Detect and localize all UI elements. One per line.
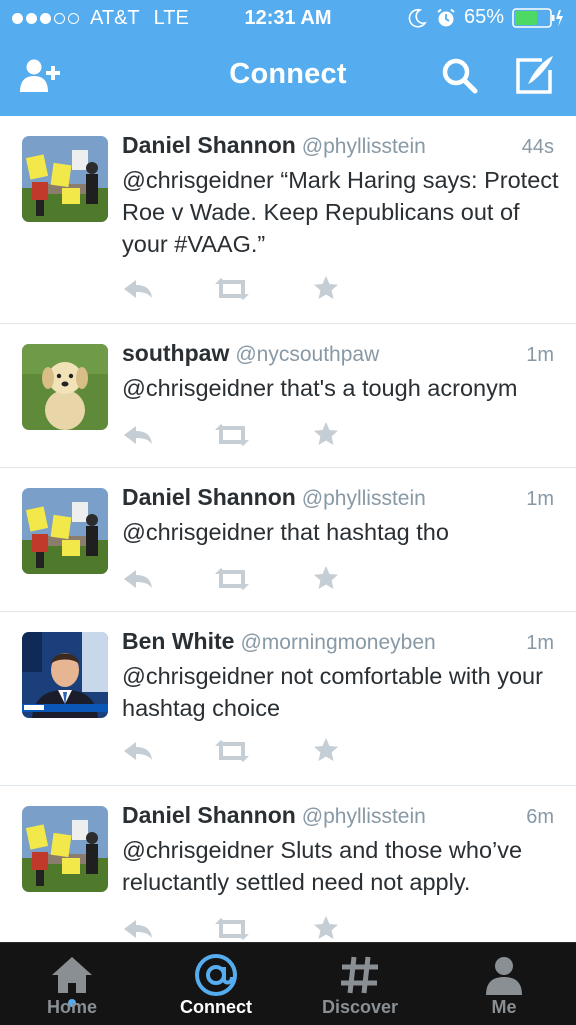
puppy-photo (22, 344, 108, 430)
protest-photo (22, 806, 108, 892)
tweet-actions (122, 914, 362, 942)
tv-anchor-photo (22, 632, 108, 718)
tab-label: Home (46, 997, 97, 1017)
header: AT&T LTE 12:31 AM 65% Connect (0, 0, 576, 116)
favorite-button[interactable] (312, 274, 340, 304)
compose-icon (516, 56, 553, 94)
protest-photo (22, 136, 108, 222)
favorite-button[interactable] (312, 914, 340, 942)
status-bar: AT&T LTE 12:31 AM 65% (0, 0, 576, 38)
tweet[interactable]: southpaw @nycsouthpaw 1m @chrisgeidner th… (0, 324, 576, 468)
favorite-button[interactable] (312, 736, 340, 766)
author-name[interactable]: Daniel Shannon @phyllisstein (122, 484, 426, 511)
tweet-text: @chrisgeidner Sluts and those who’ve rel… (122, 837, 523, 895)
retweet-button[interactable] (212, 274, 252, 304)
tab-label: Me (491, 997, 517, 1017)
tab-discover[interactable]: Discover (288, 943, 432, 1025)
tweet[interactable]: Daniel Shannon @phyllisstein 6m @chrisgei… (0, 786, 576, 942)
timeline[interactable]: Daniel Shannon @phyllisstein 44s @chrisge… (0, 116, 576, 942)
house-icon (52, 957, 92, 993)
tweet-actions (122, 274, 362, 304)
author-name[interactable]: Ben White @morningmoneyben (122, 628, 436, 655)
search-icon (442, 58, 478, 94)
avatar[interactable] (22, 632, 108, 718)
alarm-clock-icon (437, 8, 455, 26)
tweet[interactable]: Ben White @morningmoneyben 1m @chrisgeidn… (0, 612, 576, 786)
retweet-button[interactable] (212, 564, 252, 594)
moon-icon (408, 8, 427, 27)
retweet-button[interactable] (212, 420, 252, 450)
author-handle[interactable]: @phyllisstein (302, 135, 426, 158)
star-icon (314, 422, 338, 445)
tweet-text: @chrisgeidner “Mark Haring says: Protect… (122, 167, 559, 257)
retweet-icon (215, 740, 249, 762)
avatar[interactable] (22, 344, 108, 430)
protest-photo (22, 488, 108, 574)
star-icon (314, 566, 338, 589)
tweet-time: 1m (526, 632, 554, 654)
reply-icon (124, 570, 152, 588)
tab-me[interactable]: Me (432, 943, 576, 1025)
reply-icon (124, 742, 152, 760)
tweet-time: 6m (526, 806, 554, 828)
tweet-text: @chrisgeidner that hashtag tho (122, 519, 449, 545)
author-name[interactable]: Daniel Shannon @phyllisstein (122, 802, 426, 829)
reply-icon (124, 426, 152, 444)
tweet-actions (122, 564, 362, 594)
tweet-time: 44s (521, 136, 554, 158)
reply-icon (124, 920, 152, 938)
author-handle[interactable]: @phyllisstein (302, 487, 426, 510)
battery-percent: 65% (463, 6, 504, 28)
tweet-time: 1m (526, 344, 554, 366)
compose-button[interactable] (512, 54, 556, 98)
tweet-actions (122, 420, 362, 450)
reply-button[interactable] (122, 914, 154, 942)
retweet-button[interactable] (212, 736, 252, 766)
tab-bar: Home Connect Discover Me (0, 942, 576, 1025)
person-icon (486, 957, 522, 995)
reply-button[interactable] (122, 736, 154, 766)
favorite-button[interactable] (312, 564, 340, 594)
avatar[interactable] (22, 806, 108, 892)
tweet-actions (122, 736, 362, 766)
tweet-text: @chrisgeidner that's a tough acronym (122, 375, 518, 401)
star-icon (314, 916, 338, 939)
tweet-text: @chrisgeidner not comfortable with your … (122, 663, 543, 721)
tab-home[interactable]: Home (0, 943, 144, 1025)
tab-label: Discover (321, 997, 399, 1017)
hashtag-icon (341, 956, 378, 994)
star-icon (314, 738, 338, 761)
page-title: Connect (229, 58, 347, 90)
author-handle[interactable]: @nycsouthpaw (235, 343, 379, 366)
author-handle[interactable]: @phyllisstein (302, 805, 426, 828)
author-name[interactable]: Daniel Shannon @phyllisstein (122, 132, 426, 159)
avatar[interactable] (22, 136, 108, 222)
retweet-icon (215, 424, 249, 446)
reply-button[interactable] (122, 564, 154, 594)
retweet-icon (215, 278, 249, 300)
at-sign-icon (195, 954, 237, 996)
avatar[interactable] (22, 488, 108, 574)
author-handle[interactable]: @morningmoneyben (240, 631, 435, 654)
battery-icon (512, 7, 563, 28)
reply-icon (124, 280, 152, 298)
tab-connect[interactable]: Connect (144, 943, 288, 1025)
retweet-icon (215, 568, 249, 590)
search-button[interactable] (438, 54, 482, 98)
author-name[interactable]: southpaw @nycsouthpaw (122, 340, 379, 367)
tweet[interactable]: Daniel Shannon @phyllisstein 1m @chrisgei… (0, 468, 576, 612)
retweet-icon (215, 918, 249, 940)
tweet-time: 1m (526, 488, 554, 510)
tab-label: Connect (180, 997, 252, 1017)
star-icon (314, 276, 338, 299)
tweet[interactable]: Daniel Shannon @phyllisstein 44s @chrisge… (0, 116, 576, 324)
status-right: 65% (406, 6, 564, 29)
reply-button[interactable] (122, 274, 154, 304)
favorite-button[interactable] (312, 420, 340, 450)
retweet-button[interactable] (212, 914, 252, 942)
reply-button[interactable] (122, 420, 154, 450)
